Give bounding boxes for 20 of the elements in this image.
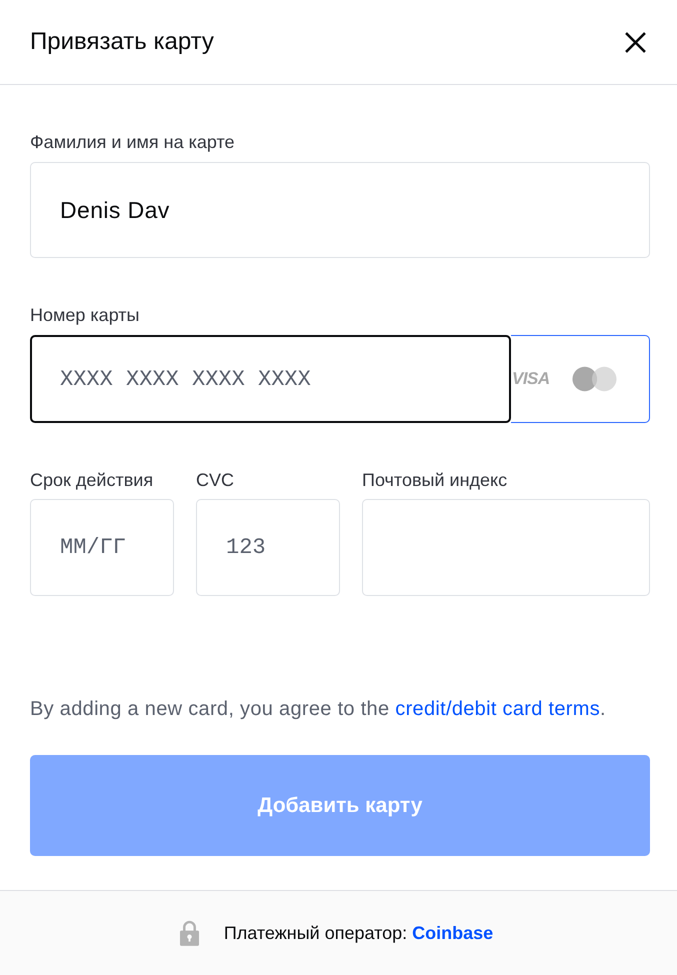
input-field[interactable]: ММ/ГГ — [30, 499, 174, 596]
field-label: Срок действия — [30, 470, 154, 490]
close-button[interactable] — [624, 31, 646, 53]
close-icon — [624, 32, 646, 52]
field-label: Почтовый индекс — [362, 470, 508, 490]
brand-logo: VISA — [512, 369, 550, 389]
card-number-field[interactable]: XXXX XXXX XXXX XXXX — [30, 335, 511, 423]
field-label: CVC — [196, 470, 234, 490]
payment-operator-text: Платежный оператор: Coinbase — [224, 922, 494, 944]
field-label: Номер карты — [30, 305, 140, 325]
operator-link[interactable]: Coinbase — [412, 923, 494, 943]
name-field[interactable]: Denis Dav — [30, 162, 650, 258]
field-label: Фамилия и имя на карте — [30, 132, 235, 152]
input-field[interactable] — [362, 499, 650, 596]
overlapping-circles-icon — [572, 366, 617, 392]
terms-text: By adding a new card, you agree to the credit/debit card terms. — [30, 697, 607, 721]
input-field[interactable]: 123 — [196, 499, 340, 596]
terms-link[interactable]: credit/debit card terms — [395, 698, 600, 720]
lock-icon — [180, 920, 199, 946]
dialog-title: Привязать карту — [30, 27, 214, 57]
